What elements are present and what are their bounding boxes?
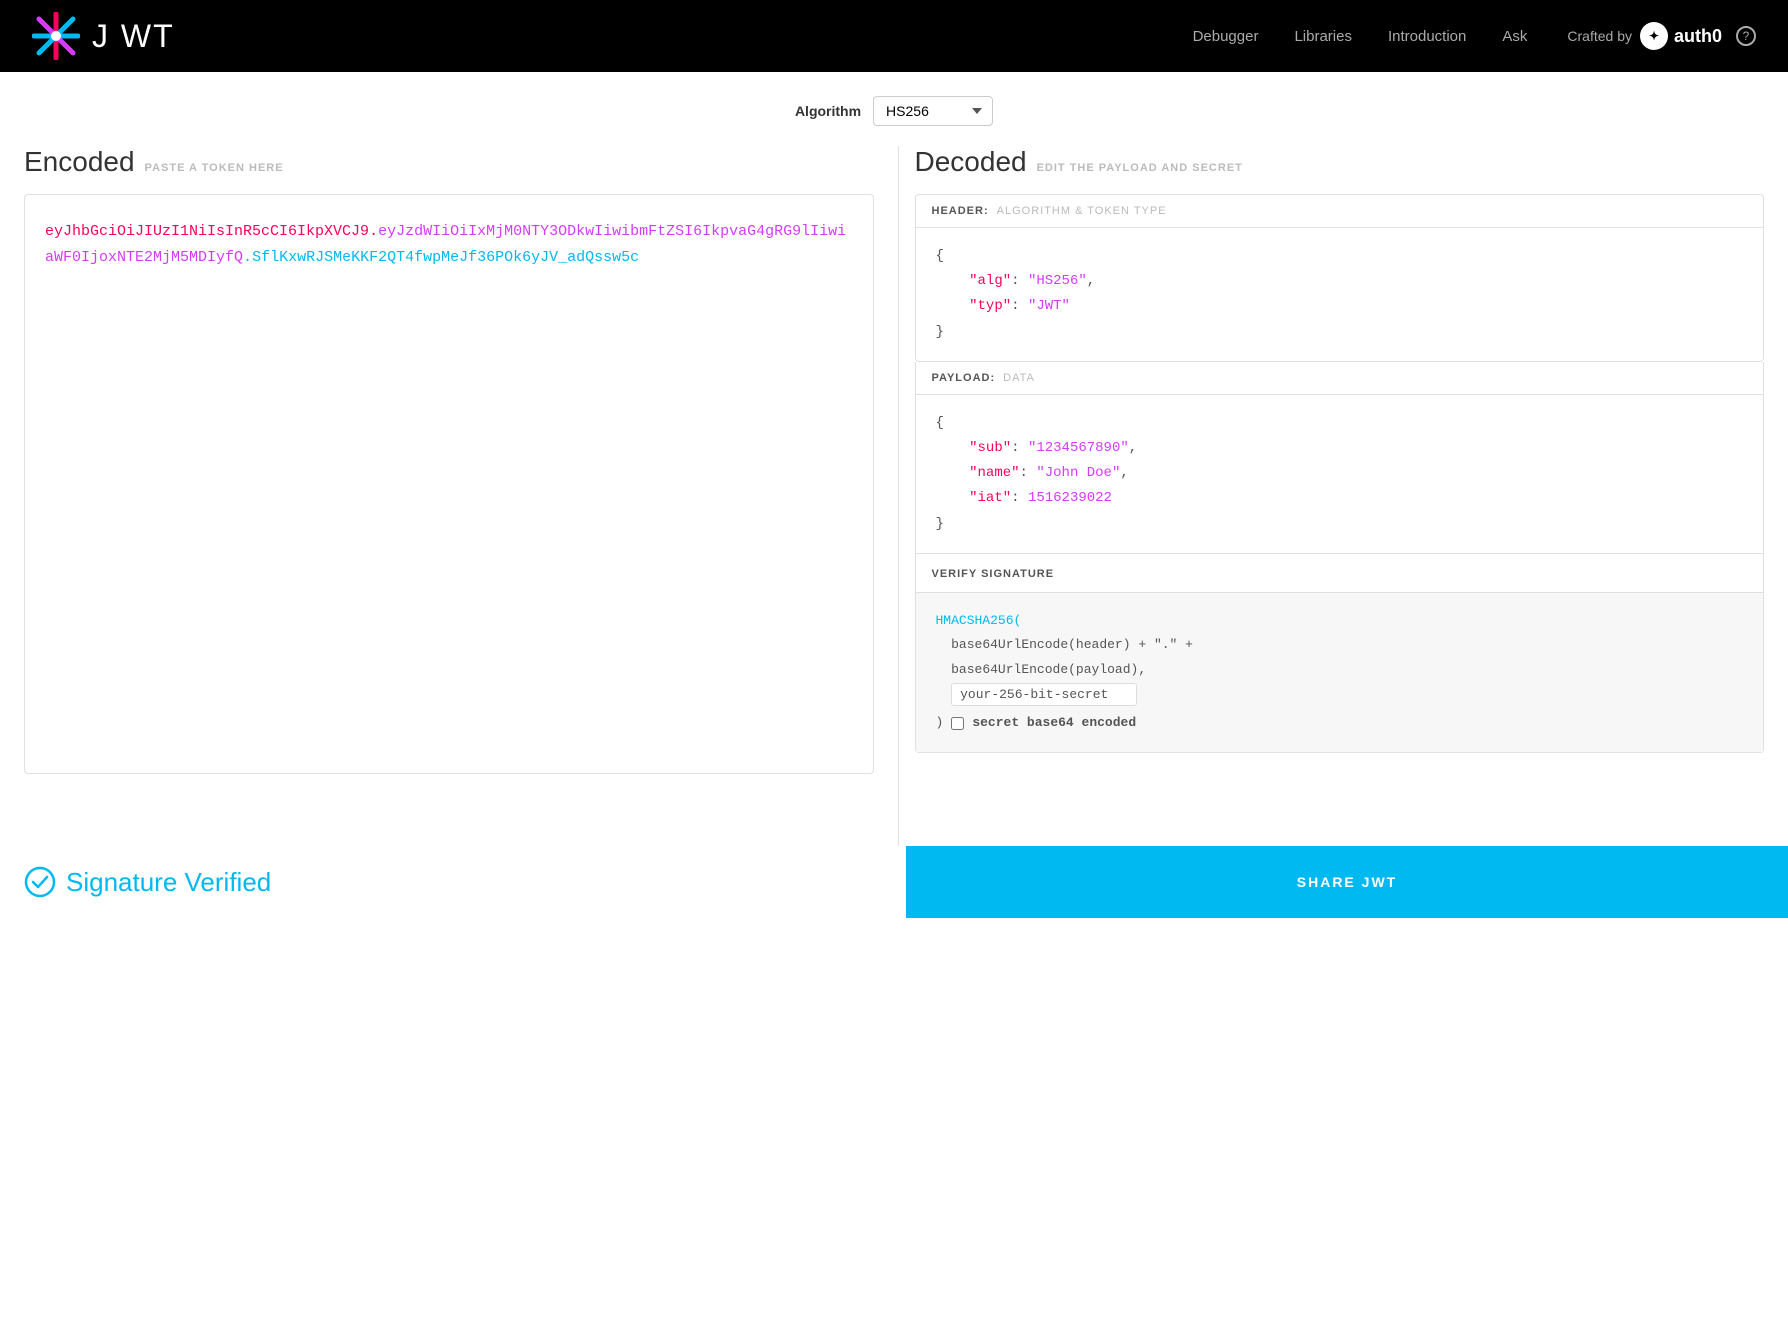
navbar: J WT Debugger Libraries Introduction Ask…	[0, 0, 1788, 72]
verify-line2: base64UrlEncode(header) + "." +	[951, 637, 1193, 652]
sub-key: "sub"	[969, 440, 1011, 456]
algorithm-select[interactable]: HS256 HS384 HS512 RS256 RS384 RS512	[873, 96, 993, 126]
nav-links: Debugger Libraries Introduction Ask	[1193, 28, 1528, 45]
bottom-bar: Signature Verified SHARE JWT	[0, 846, 1788, 918]
iat-key: "iat"	[969, 490, 1011, 506]
crafted-by-text: Crafted by	[1567, 28, 1632, 44]
verify-line3: base64UrlEncode(payload),	[951, 662, 1146, 677]
payload-panel-sub: DATA	[1003, 372, 1035, 384]
crafted-by: Crafted by ✦ auth0 ?	[1567, 22, 1756, 50]
decoded-header: Decoded EDIT THE PAYLOAD AND SECRET	[915, 146, 1765, 178]
help-icon[interactable]: ?	[1736, 26, 1756, 46]
decoded-title: Decoded	[915, 146, 1027, 178]
verify-header: VERIFY SIGNATURE	[916, 554, 1764, 593]
encoded-box[interactable]: eyJhbGciOiJIUzI1NiIsInR5cCI6IkpXVCJ9.eyJ…	[24, 194, 874, 774]
hmac-func: HMACSHA256(	[936, 613, 1022, 628]
name-key: "name"	[969, 465, 1019, 481]
nav-debugger[interactable]: Debugger	[1193, 28, 1259, 45]
verify-header-title: VERIFY SIGNATURE	[932, 568, 1055, 580]
header-panel-header: HEADER: ALGORITHM & TOKEN TYPE	[916, 195, 1764, 228]
typ-val: "JWT"	[1028, 298, 1070, 314]
encoded-section: Encoded PASTE A TOKEN HERE eyJhbGciOiJIU…	[24, 146, 898, 846]
sub-val: "1234567890"	[1028, 440, 1129, 456]
auth0-text: auth0	[1674, 26, 1722, 47]
token-part-1: eyJhbGciOiJIUzI1NiIsInR5cCI6IkpXVCJ9	[45, 223, 369, 240]
signature-verified: Signature Verified	[0, 866, 906, 898]
alg-val: "HS256"	[1028, 273, 1087, 289]
base64-checkbox[interactable]	[951, 717, 964, 730]
verify-close: )	[936, 711, 944, 736]
algorithm-label: Algorithm	[795, 103, 861, 119]
jwt-logo-icon	[32, 12, 80, 60]
nav-introduction[interactable]: Introduction	[1388, 28, 1466, 45]
verified-icon	[24, 866, 56, 898]
base64-label: secret base64 encoded	[972, 711, 1136, 736]
verify-checkbox-row: ) secret base64 encoded	[936, 711, 1744, 736]
verify-body: HMACSHA256( base64UrlEncode(header) + ".…	[916, 593, 1764, 752]
name-val: "John Doe"	[1036, 465, 1120, 481]
encoded-header: Encoded PASTE A TOKEN HERE	[24, 146, 874, 178]
alg-key: "alg"	[969, 273, 1011, 289]
payload-panel: PAYLOAD: DATA { "sub": "1234567890", "na…	[915, 362, 1765, 554]
token-part-3: SflKxwRJSMeKKF2QT4fwpMeJf36POk6yJV_adQss…	[252, 249, 639, 266]
typ-key: "typ"	[969, 298, 1011, 314]
payload-panel-body[interactable]: { "sub": "1234567890", "name": "John Doe…	[916, 395, 1764, 553]
encoded-title: Encoded	[24, 146, 135, 178]
header-panel-sub: ALGORITHM & TOKEN TYPE	[997, 205, 1167, 217]
secret-input[interactable]	[951, 683, 1137, 706]
header-panel: HEADER: ALGORITHM & TOKEN TYPE { "alg": …	[915, 194, 1765, 362]
dot-1: .	[369, 223, 378, 240]
encoded-subtitle: PASTE A TOKEN HERE	[145, 162, 284, 174]
iat-val: 1516239022	[1028, 490, 1112, 506]
algorithm-row: Algorithm HS256 HS384 HS512 RS256 RS384 …	[0, 72, 1788, 146]
jwt-text: J WT	[92, 18, 175, 55]
auth0-icon: ✦	[1640, 22, 1668, 50]
header-panel-title: HEADER:	[932, 205, 989, 217]
auth0-logo: ✦ auth0	[1640, 22, 1722, 50]
header-panel-body[interactable]: { "alg": "HS256", "typ": "JWT" }	[916, 228, 1764, 361]
decoded-subtitle: EDIT THE PAYLOAD AND SECRET	[1037, 162, 1243, 174]
decoded-section: Decoded EDIT THE PAYLOAD AND SECRET HEAD…	[898, 146, 1765, 846]
main-container: Encoded PASTE A TOKEN HERE eyJhbGciOiJIU…	[0, 146, 1788, 846]
share-jwt-button[interactable]: SHARE JWT	[906, 846, 1788, 918]
brand: J WT	[32, 12, 175, 60]
nav-ask[interactable]: Ask	[1502, 28, 1527, 45]
payload-panel-header: PAYLOAD: DATA	[916, 362, 1764, 395]
verify-panel: VERIFY SIGNATURE HMACSHA256( base64UrlEn…	[915, 554, 1765, 753]
payload-panel-title: PAYLOAD:	[932, 372, 996, 384]
nav-libraries[interactable]: Libraries	[1294, 28, 1352, 45]
verified-text: Signature Verified	[66, 867, 271, 898]
dot-2: .	[243, 249, 252, 266]
